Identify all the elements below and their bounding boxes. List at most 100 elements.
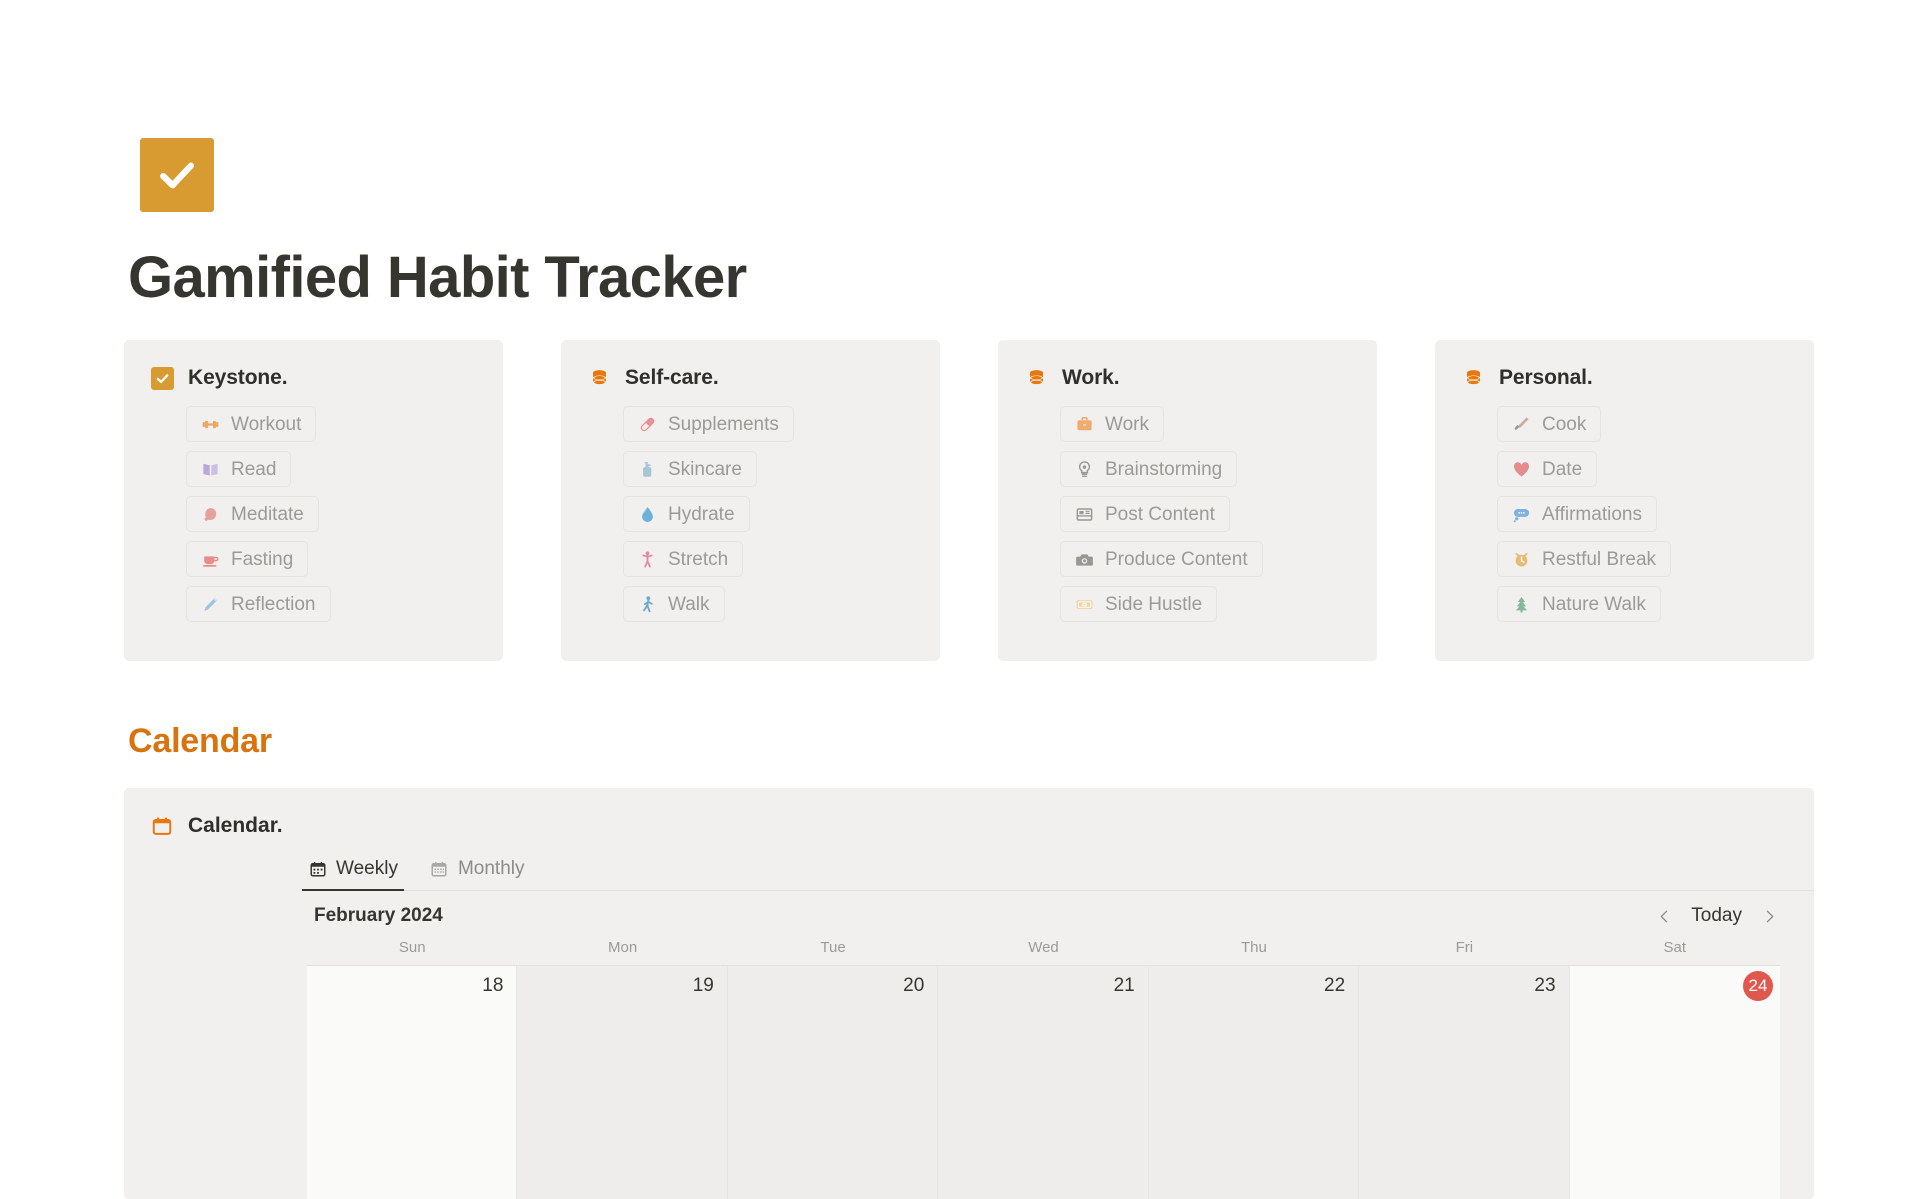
habit-pill-cook[interactable]: Cook: [1497, 406, 1602, 442]
habit-pill-label: Produce Content: [1105, 548, 1248, 570]
habit-pill-label: Fasting: [231, 548, 294, 570]
habit-pill-date[interactable]: Date: [1497, 451, 1598, 487]
evergreen-tree-icon: [1511, 594, 1531, 614]
today-day-badge: 24: [1743, 971, 1773, 1001]
card-header: Keystone.: [124, 366, 503, 398]
habit-card-work[interactable]: Work. Work Brainstorming Post Content Pr…: [998, 340, 1377, 661]
habit-pill-fasting[interactable]: Fasting: [186, 541, 309, 577]
calendar-nav-row: February 2024 Today: [124, 891, 1814, 933]
habit-pill-label: Walk: [668, 593, 710, 615]
habit-pill-skincare[interactable]: Skincare: [623, 451, 757, 487]
card-title: Personal.: [1499, 366, 1593, 389]
calendar-nav-controls: Today: [1653, 905, 1780, 927]
calendar-day-cell[interactable]: 19: [517, 966, 728, 1199]
habit-pill-supplements[interactable]: Supplements: [623, 406, 794, 442]
tab-monthly[interactable]: Monthly: [424, 854, 531, 890]
card-title: Work.: [1062, 366, 1120, 389]
habit-pill-label: Stretch: [668, 548, 729, 570]
calendar-day-cell[interactable]: 21: [938, 966, 1149, 1199]
day-number: 21: [1113, 975, 1135, 996]
habit-pill-brainstorming[interactable]: Brainstorming: [1060, 451, 1238, 487]
briefcase-icon: [1074, 414, 1094, 434]
checkbox-checked-icon: [150, 366, 174, 390]
weekday-label: Tue: [820, 939, 846, 956]
habit-pill-label: Supplements: [668, 413, 779, 435]
chevron-right-icon[interactable]: [1758, 905, 1780, 927]
calendar-day-cell-today[interactable]: 24: [1569, 966, 1780, 1199]
lotion-bottle-icon: [637, 459, 657, 479]
card-header: Work.: [998, 366, 1377, 398]
thought-bubble-icon: [1511, 504, 1531, 524]
habit-pill-label: Cook: [1542, 413, 1587, 435]
open-book-icon: [200, 459, 220, 479]
habit-pill-label: Reflection: [231, 593, 316, 615]
chevron-left-icon[interactable]: [1653, 905, 1675, 927]
habit-pill-restful-break[interactable]: Restful Break: [1497, 541, 1672, 577]
alarm-clock-icon: [1511, 549, 1531, 569]
habit-pill-side-hustle[interactable]: Side Hustle: [1060, 586, 1218, 622]
meditation-icon: [200, 504, 220, 524]
day-number: 23: [1534, 975, 1556, 996]
calendar-day-cell[interactable]: 23: [1359, 966, 1570, 1199]
habit-card-personal[interactable]: Personal. Cook Date Affirmations Restful…: [1435, 340, 1814, 661]
calendar-day-cell[interactable]: 22: [1148, 966, 1360, 1199]
habit-pill-post-content[interactable]: Post Content: [1060, 496, 1230, 532]
weekday-label: Wed: [1028, 939, 1059, 956]
habit-pill-list: Supplements Skincare Hydrate Stretch Wal…: [561, 398, 940, 631]
weekday-label: Thu: [1240, 939, 1267, 956]
habit-pill-label: Side Hustle: [1105, 593, 1203, 615]
habit-pill-produce-content[interactable]: Produce Content: [1060, 541, 1263, 577]
water-drop-icon: [637, 504, 657, 524]
habit-pill-work[interactable]: Work: [1060, 406, 1164, 442]
habit-pill-walk[interactable]: Walk: [623, 586, 725, 622]
calendar-days-grid: 18 19 20 21 22 23 24: [307, 965, 1780, 1199]
calendar-card: Calendar. Weekly Monthly February 2024 T…: [124, 788, 1814, 1199]
habit-pill-workout[interactable]: Workout: [186, 406, 317, 442]
day-number: 19: [692, 975, 714, 996]
habit-pill-label: Brainstorming: [1105, 458, 1223, 480]
habit-pill-label: Read: [231, 458, 277, 480]
pen-icon: [200, 594, 220, 614]
habit-pill-label: Hydrate: [668, 503, 735, 525]
calendar-view-tabs: Weekly Monthly: [302, 854, 1814, 891]
card-header: Self-care.: [561, 366, 940, 398]
weekday-label: Sun: [398, 939, 426, 956]
habit-card-keystone[interactable]: Keystone. Workout Read Meditate Fasting …: [124, 340, 503, 661]
habit-pill-meditate[interactable]: Meditate: [186, 496, 319, 532]
habit-pill-reflection[interactable]: Reflection: [186, 586, 331, 622]
calendar-card-header: Calendar.: [124, 788, 1814, 838]
weekday-label: Mon: [608, 939, 638, 956]
habit-cards-row: Keystone. Workout Read Meditate Fasting …: [124, 340, 1814, 661]
banknote-icon: [1074, 594, 1094, 614]
newspaper-icon: [1074, 504, 1094, 524]
calendar-month-label: February 2024: [314, 905, 443, 926]
weekday-label: Fri: [1455, 939, 1474, 956]
calendar-weekday-row: Sun Mon Tue Wed Thu Fri Sat: [124, 933, 1814, 956]
habit-tracker-page: Gamified Habit Tracker Keystone. Workout…: [0, 0, 1920, 1199]
habit-pill-read[interactable]: Read: [186, 451, 292, 487]
habit-pill-hydrate[interactable]: Hydrate: [623, 496, 750, 532]
tab-label: Monthly: [457, 858, 525, 879]
calendar-day-cell[interactable]: 20: [727, 966, 939, 1199]
weekday-label: Sat: [1663, 939, 1687, 956]
calendar-week-icon: [308, 860, 327, 879]
today-button[interactable]: Today: [1691, 905, 1742, 927]
habit-card-self-care[interactable]: Self-care. Supplements Skincare Hydrate …: [561, 340, 940, 661]
pill-capsule-icon: [637, 414, 657, 434]
card-title: Self-care.: [625, 366, 719, 389]
habit-pill-list: Cook Date Affirmations Restful Break Nat…: [1435, 398, 1814, 631]
habit-pill-list: Work Brainstorming Post Content Produce …: [998, 398, 1377, 631]
day-number: 20: [903, 975, 925, 996]
tab-weekly[interactable]: Weekly: [302, 854, 404, 891]
habit-pill-affirmations[interactable]: Affirmations: [1497, 496, 1657, 532]
habit-pill-label: Workout: [231, 413, 302, 435]
habit-pill-label: Post Content: [1105, 503, 1215, 525]
dumbbell-icon: [200, 414, 220, 434]
habit-pill-label: Nature Walk: [1542, 593, 1646, 615]
walking-person-icon: [637, 594, 657, 614]
thinking-person-icon: [1074, 459, 1094, 479]
habit-pill-stretch[interactable]: Stretch: [623, 541, 744, 577]
calendar-card-title: Calendar.: [188, 814, 283, 837]
calendar-day-cell[interactable]: 18: [307, 966, 518, 1199]
habit-pill-nature-walk[interactable]: Nature Walk: [1497, 586, 1661, 622]
